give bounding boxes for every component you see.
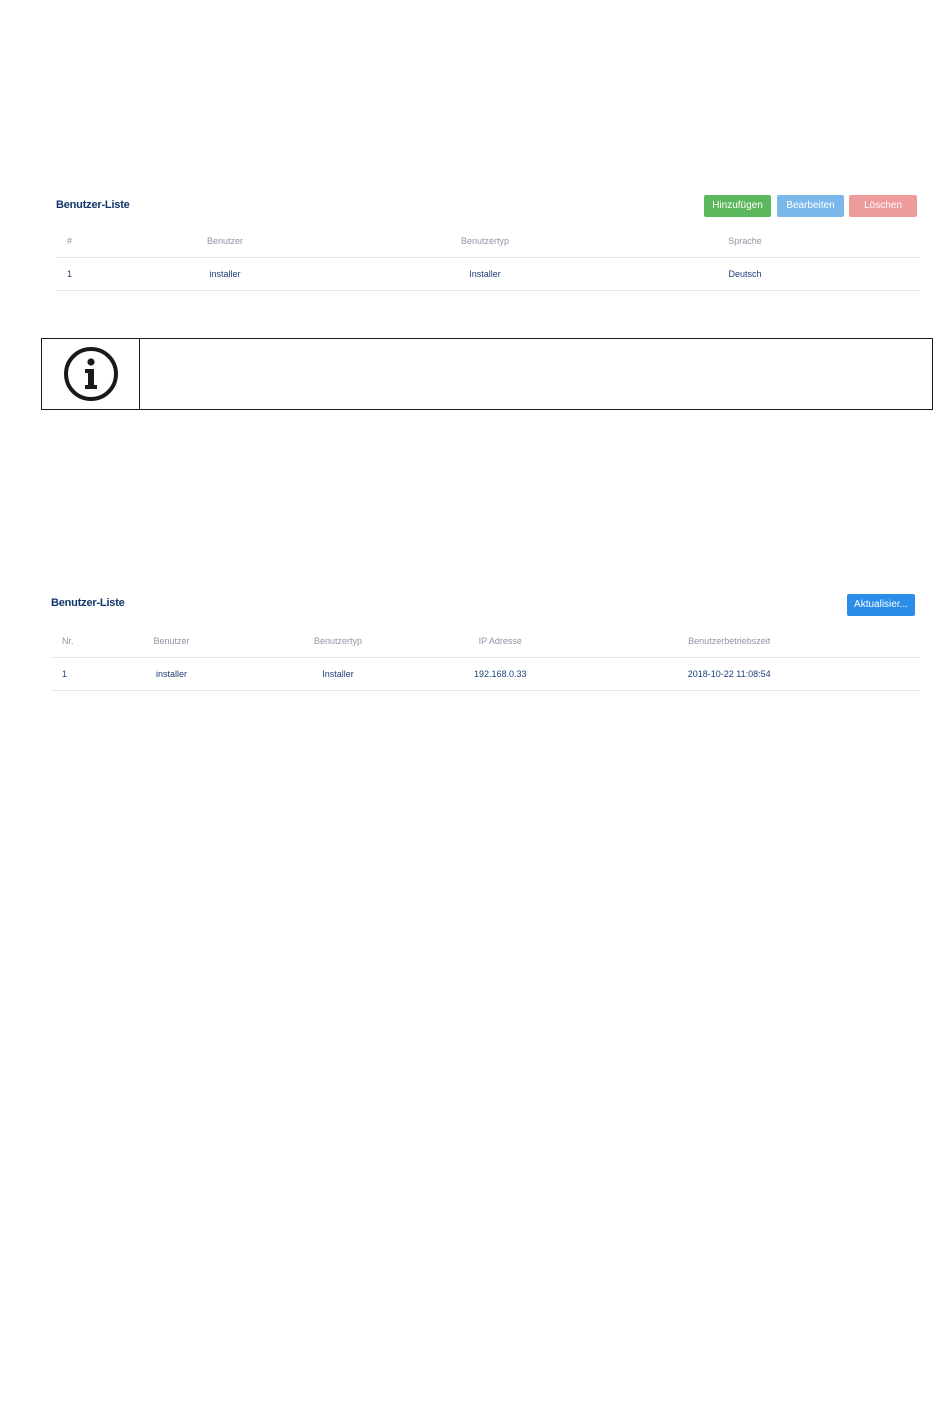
user-list-panel: Benutzer-Liste Hinzufügen Bearbeiten Lös… xyxy=(0,190,950,300)
cell-spacer xyxy=(775,257,920,291)
column-header-user[interactable]: Benutzer xyxy=(128,624,215,658)
info-note xyxy=(41,338,933,410)
cell-number: 1 xyxy=(56,257,195,291)
cell-ip-address: 192.168.0.33 xyxy=(461,657,540,691)
column-header-ip-address[interactable]: IP Adresse xyxy=(461,624,540,658)
cell-number: 1 xyxy=(51,657,129,691)
info-icon xyxy=(64,347,118,401)
cell-user: installer xyxy=(128,657,215,691)
column-header-user-type[interactable]: Benutzertyp xyxy=(214,624,462,658)
column-header-uptime[interactable]: Benutzerbetriebszeit xyxy=(539,624,919,658)
active-users-table: Nr. Benutzer Benutzertyp IP Adresse Benu… xyxy=(51,624,919,691)
cell-user-type: Installer xyxy=(214,657,462,691)
table-header-row: # Benutzer Benutzertyp Sprache xyxy=(56,224,920,258)
column-header-user[interactable]: Benutzer xyxy=(195,224,255,258)
column-header-spacer xyxy=(775,224,920,258)
refresh-button[interactable]: Aktualisier... xyxy=(847,594,915,616)
column-header-language[interactable]: Sprache xyxy=(715,224,775,258)
add-user-button[interactable]: Hinzufügen xyxy=(704,195,771,217)
table-header-row: Nr. Benutzer Benutzertyp IP Adresse Benu… xyxy=(51,624,919,658)
column-header-user-type[interactable]: Benutzertyp xyxy=(255,224,715,258)
info-note-icon-cell xyxy=(42,339,140,409)
table-row[interactable]: 1 installer Installer Deutsch xyxy=(56,257,920,291)
active-users-panel: Benutzer-Liste Aktualisier... Nr. Benutz… xyxy=(0,590,950,700)
cell-uptime: 2018-10-22 11:08:54 xyxy=(539,657,919,691)
column-header-number[interactable]: Nr. xyxy=(51,624,129,658)
cell-language: Deutsch xyxy=(715,257,775,291)
cell-user-type: Installer xyxy=(255,257,715,291)
edit-user-button[interactable]: Bearbeiten xyxy=(777,195,844,217)
table-row[interactable]: 1 installer Installer 192.168.0.33 2018-… xyxy=(51,657,919,691)
delete-user-button[interactable]: Löschen xyxy=(849,195,917,217)
user-list-title: Benutzer-Liste xyxy=(56,199,130,211)
cell-user: installer xyxy=(195,257,255,291)
active-users-title: Benutzer-Liste xyxy=(51,597,125,609)
user-table: # Benutzer Benutzertyp Sprache 1 install… xyxy=(56,224,920,291)
column-header-number[interactable]: # xyxy=(56,224,195,258)
